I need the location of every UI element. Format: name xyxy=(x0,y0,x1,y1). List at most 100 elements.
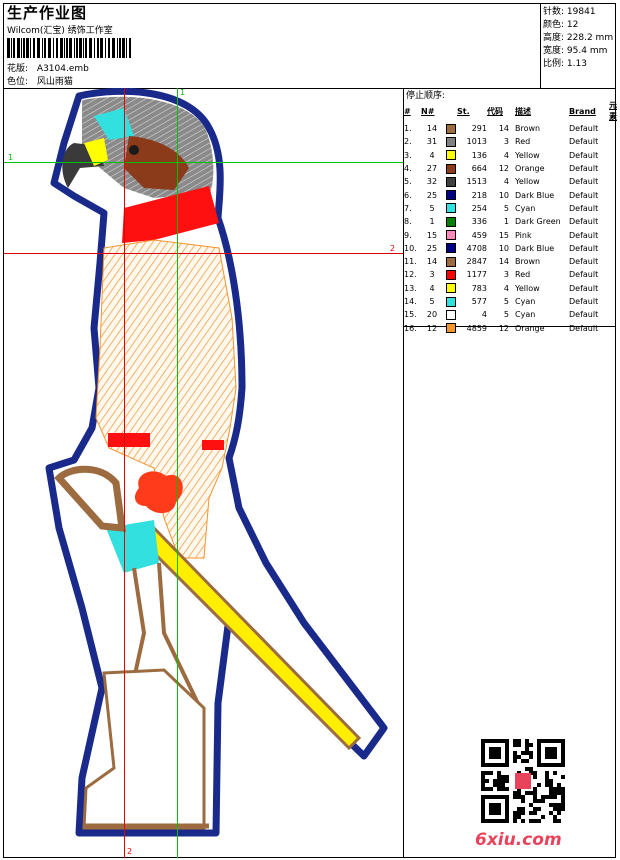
row-description: Cyan xyxy=(515,203,536,213)
watermark-text: 6xiu.com xyxy=(475,830,562,850)
qr-module xyxy=(557,787,561,791)
col-header-element: 元素 xyxy=(609,101,617,121)
qr-module xyxy=(553,787,557,791)
row-stitches: 254 xyxy=(471,203,487,213)
row-description: Orange xyxy=(515,323,545,333)
row-index: 10. xyxy=(404,243,417,253)
row-code: 4 xyxy=(503,177,509,187)
qr-module xyxy=(561,803,565,807)
qr-module xyxy=(521,807,525,811)
barcode-bar xyxy=(21,38,22,58)
row-code: 3 xyxy=(503,137,509,147)
qr-module xyxy=(517,795,521,799)
row-stitches: 4708 xyxy=(466,243,487,253)
row-code: 10 xyxy=(498,190,509,200)
barcode-bar xyxy=(13,38,15,58)
row-code: 12 xyxy=(498,164,509,174)
qr-module xyxy=(533,819,537,823)
qr-module xyxy=(525,739,529,743)
qr-module xyxy=(497,775,501,779)
color-swatch xyxy=(443,188,457,201)
row-needle: 20 xyxy=(426,310,438,320)
qr-module xyxy=(557,791,561,795)
qr-module xyxy=(497,779,501,783)
swatch-box xyxy=(446,243,456,254)
qr-module xyxy=(501,775,505,779)
color-row: 8. 1 336 1 Dark Green Default xyxy=(404,215,620,228)
barcode-bar xyxy=(117,38,118,58)
qr-module xyxy=(561,775,565,779)
qr-module xyxy=(529,791,533,795)
qr-module xyxy=(557,803,561,807)
qr-module xyxy=(513,759,517,763)
row-description: Brown xyxy=(515,257,541,267)
sleeve-cuff-left xyxy=(108,433,150,447)
qr-module xyxy=(533,811,537,815)
row-index: 13. xyxy=(404,283,417,293)
qr-module xyxy=(553,795,557,799)
color-swatch xyxy=(443,202,457,215)
qr-module xyxy=(557,807,561,811)
color-swatch xyxy=(443,282,457,295)
row-description: Brown xyxy=(515,124,541,134)
design-file-row: 花版: A3104.emb xyxy=(7,61,89,74)
row-needle: 1 xyxy=(429,217,435,227)
qr-module xyxy=(525,767,529,771)
row-index: 4. xyxy=(404,164,412,174)
row-brand: Default xyxy=(569,310,599,320)
row-description: Dark Blue xyxy=(515,243,555,253)
guide-line-v2 xyxy=(124,88,125,858)
row-index: 11. xyxy=(404,257,417,267)
row-needle: 31 xyxy=(426,137,438,147)
row-description: Cyan xyxy=(515,310,536,320)
page-title: 生产作业图 xyxy=(7,4,88,22)
qr-module xyxy=(529,743,533,747)
stat-width: 宽度: 95.4 mm xyxy=(543,46,608,56)
qr-module xyxy=(517,755,521,759)
barcode-bar xyxy=(37,38,40,58)
stat-height: 高度: 228.2 mm xyxy=(543,33,614,43)
color-row: 4. 27 664 12 Orange Default xyxy=(404,162,620,175)
row-brand: Default xyxy=(569,177,599,187)
qr-module xyxy=(545,795,549,799)
color-row: 16. 12 4859 12 Orange Default xyxy=(404,321,620,334)
color-swatch xyxy=(443,228,457,241)
qr-module xyxy=(505,775,509,779)
row-code: 12 xyxy=(498,323,509,333)
barcode xyxy=(7,38,131,58)
qr-module xyxy=(521,795,525,799)
qr-module xyxy=(521,799,525,803)
qr-code xyxy=(481,739,565,823)
swatch-box xyxy=(446,190,456,201)
qr-finder xyxy=(489,803,501,815)
qr-module xyxy=(517,791,521,795)
barcode-bar xyxy=(33,38,35,58)
row-stitches: 1177 xyxy=(466,270,487,280)
qr-module xyxy=(497,787,501,791)
row-code: 4 xyxy=(503,150,509,160)
color-row: 10. 25 4708 10 Dark Blue Default xyxy=(404,242,620,255)
colorway-row: 色位: 风山雨猫 xyxy=(7,74,73,87)
swatch-box xyxy=(446,296,456,307)
row-needle: 12 xyxy=(426,323,438,333)
row-code: 14 xyxy=(498,124,509,134)
qr-module xyxy=(525,759,529,763)
qr-module xyxy=(513,755,517,759)
qr-module xyxy=(561,787,565,791)
qr-module xyxy=(561,791,565,795)
qr-module xyxy=(533,795,537,799)
color-row: 3. 4 136 4 Yellow Default xyxy=(404,149,620,162)
row-index: 16. xyxy=(404,323,417,333)
barcode-bar xyxy=(17,38,20,58)
qr-module xyxy=(549,783,553,787)
row-stitches: 336 xyxy=(471,217,487,227)
row-brand: Default xyxy=(569,190,599,200)
color-swatch xyxy=(443,175,457,188)
barcode-bar xyxy=(129,38,131,58)
swatch-box xyxy=(446,230,456,241)
barcode-bar xyxy=(112,38,115,58)
design-file-value: A3104.emb xyxy=(36,64,89,74)
barcode-bar xyxy=(44,38,46,58)
row-description: Yellow xyxy=(515,283,540,293)
qr-module xyxy=(529,811,533,815)
